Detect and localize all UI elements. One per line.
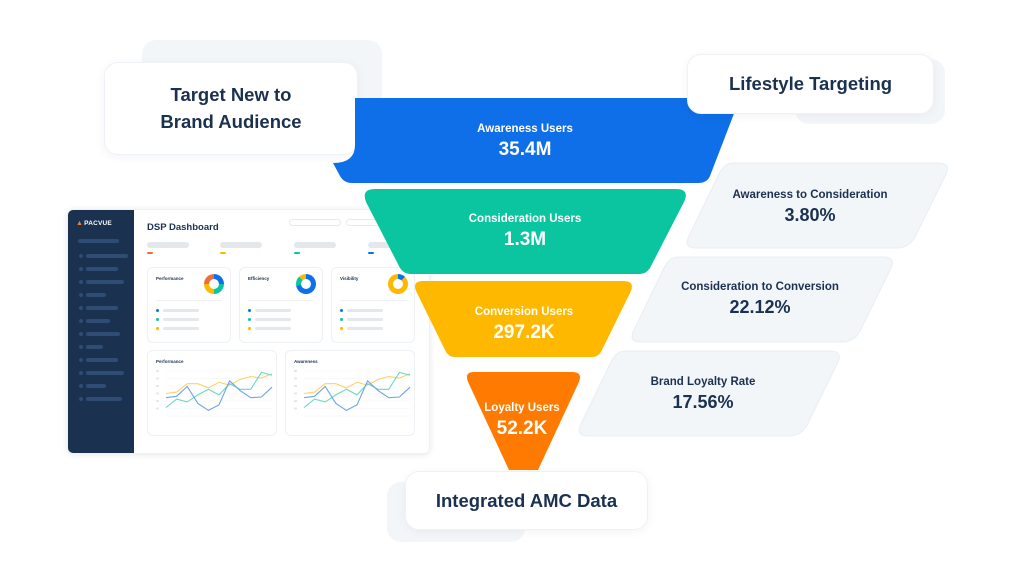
rate-value: 22.12% [729, 297, 791, 317]
rate-value: 3.80% [784, 205, 836, 225]
rate-label: Awareness to Consideration [732, 189, 888, 201]
rate-consideration-to-conversion: Consideration to Conversion 22.12% [665, 281, 855, 318]
rate-label: Consideration to Conversion [681, 281, 839, 293]
callout-amc-text: Integrated AMC Data [435, 489, 618, 511]
rate-value: 17.56% [672, 392, 734, 412]
rate-awareness-to-consideration: Awareness to Consideration 3.80% [720, 189, 900, 226]
rate-brand-loyalty: Brand Loyalty Rate 17.56% [628, 376, 778, 413]
rate-label: Brand Loyalty Rate [650, 376, 756, 388]
callout-integrated-amc-data: Integrated AMC Data [405, 471, 648, 530]
